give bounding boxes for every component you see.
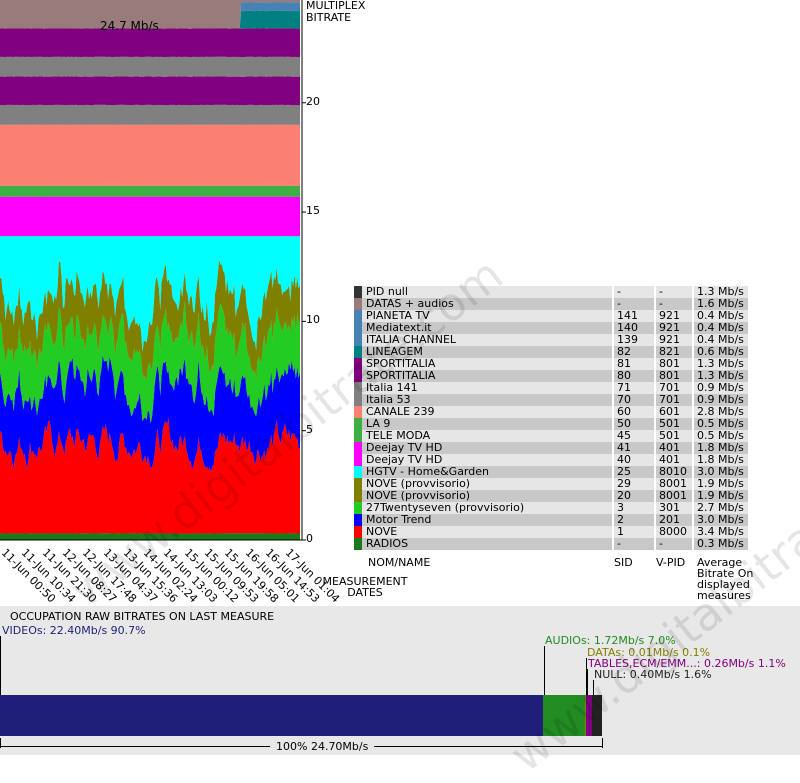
legend-swatch	[354, 454, 362, 466]
y-tick-label: 20	[306, 94, 320, 108]
legend-header-sid: SID	[614, 556, 633, 569]
legend-swatch	[354, 502, 362, 514]
legend-swatch	[354, 418, 362, 430]
legend-row: Motor Trend 2 201 3.0 Mb/s	[354, 514, 748, 526]
area-la-9	[0, 185, 300, 197]
legend-swatch	[354, 442, 362, 454]
total-right-tick	[602, 738, 603, 748]
legend-name: Motor Trend	[362, 514, 614, 526]
y-axis-label: MULTIPLEX BITRATE	[306, 0, 366, 24]
legend-header-vpid: V-PID	[656, 556, 686, 569]
area-italia-141-top	[0, 56, 300, 77]
legend-swatch	[354, 466, 362, 478]
area-italia-53	[0, 104, 300, 125]
legend-swatch	[354, 538, 362, 550]
videos-label: VIDEOs: 22.40Mb/s 90.7%	[2, 624, 146, 637]
legend-row: RADIOS - -0.3 Mb/s	[354, 538, 748, 550]
audios-line	[544, 646, 545, 696]
legend-row: Italia 141 71 701 0.9 Mb/s	[354, 382, 748, 394]
legend-swatch	[354, 286, 362, 298]
legend-sid: -	[614, 538, 656, 550]
legend-swatch	[354, 478, 362, 490]
legend-swatch	[354, 514, 362, 526]
y-tick-label: 10	[306, 313, 320, 327]
videos-bar	[0, 695, 544, 736]
area-sportitalia	[0, 76, 300, 106]
y-tick-label: 0	[306, 532, 313, 545]
videos-line	[0, 636, 1, 696]
legend-row: CANALE 239 60 601 2.8 Mb/s	[354, 406, 748, 418]
occupation-title: OCCUPATION RAW BITRATES ON LAST MEASURE	[10, 610, 275, 623]
legend-header-name: NOM/NAME	[368, 556, 431, 569]
legend-bitrate: 0.3 Mb/s	[694, 538, 748, 550]
chart-title: 24.7 Mb/s	[100, 19, 159, 33]
area-deejay-tv-hd	[0, 196, 300, 237]
legend-swatch	[354, 310, 362, 322]
legend-vpid: -	[656, 538, 694, 550]
area-canale-239	[0, 124, 300, 186]
legend-row: NOVE 1 8000 3.4 Mb/s	[354, 526, 748, 538]
x-axis-label: MEASUREMENT DATES	[322, 575, 408, 599]
total-label: 100% 24.70Mb/s	[270, 740, 375, 753]
legend-swatch	[354, 490, 362, 502]
legend-swatch	[354, 430, 362, 442]
legend-name: CANALE 239	[362, 406, 614, 418]
legend-swatch	[354, 298, 362, 310]
legend-swatch	[354, 322, 362, 334]
legend-name: RADIOS	[362, 538, 614, 550]
legend-swatch	[354, 526, 362, 538]
y-tick-label: 15	[306, 204, 320, 218]
